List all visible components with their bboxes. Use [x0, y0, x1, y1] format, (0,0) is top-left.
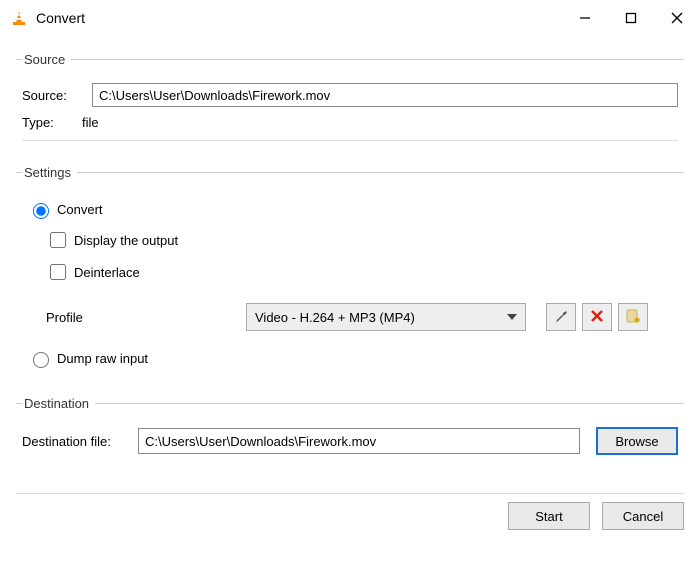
convert-radio-row[interactable]: Convert — [28, 200, 678, 219]
cancel-button-label: Cancel — [623, 509, 663, 524]
vlc-cone-icon — [10, 9, 28, 27]
titlebar: Convert — [0, 0, 700, 36]
wrench-icon — [553, 308, 569, 327]
minimize-button[interactable] — [562, 0, 608, 36]
destination-input[interactable] — [138, 428, 580, 454]
start-button[interactable]: Start — [508, 502, 590, 530]
destination-legend: Destination — [22, 396, 95, 411]
new-profile-icon — [625, 308, 641, 327]
maximize-button[interactable] — [608, 0, 654, 36]
display-output-checkbox[interactable] — [50, 232, 66, 248]
new-profile-button[interactable] — [618, 303, 648, 331]
settings-legend: Settings — [22, 165, 77, 180]
edit-profile-button[interactable] — [546, 303, 576, 331]
source-input[interactable] — [92, 83, 678, 107]
destination-label: Destination file: — [22, 434, 132, 449]
x-icon — [590, 309, 604, 326]
cancel-button[interactable]: Cancel — [602, 502, 684, 530]
deinterlace-label: Deinterlace — [74, 265, 140, 280]
deinterlace-checkbox[interactable] — [50, 264, 66, 280]
destination-group: Destination Destination file: Browse — [16, 396, 684, 465]
convert-radio-label: Convert — [57, 202, 103, 217]
close-button[interactable] — [654, 0, 700, 36]
footer-separator — [16, 493, 684, 494]
display-output-row[interactable]: Display the output — [46, 229, 678, 251]
chevron-down-icon — [507, 314, 517, 320]
source-group: Source Source: Type: file — [16, 52, 684, 151]
profile-label: Profile — [46, 310, 246, 325]
profile-select[interactable]: Video - H.264 + MP3 (MP4) — [246, 303, 526, 331]
dump-raw-row[interactable]: Dump raw input — [28, 349, 678, 368]
type-value: file — [82, 115, 99, 130]
browse-button[interactable]: Browse — [596, 427, 678, 455]
convert-radio[interactable] — [33, 203, 49, 219]
browse-button-label: Browse — [615, 434, 658, 449]
window-title: Convert — [36, 10, 85, 26]
footer: Start Cancel — [0, 498, 700, 530]
source-label: Source: — [22, 88, 82, 103]
dump-raw-label: Dump raw input — [57, 351, 148, 366]
delete-profile-button[interactable] — [582, 303, 612, 331]
profile-value: Video - H.264 + MP3 (MP4) — [255, 310, 415, 325]
start-button-label: Start — [535, 509, 562, 524]
dump-raw-radio[interactable] — [33, 352, 49, 368]
source-legend: Source — [22, 52, 71, 67]
deinterlace-row[interactable]: Deinterlace — [46, 261, 678, 283]
type-label: Type: — [22, 115, 72, 130]
settings-group: Settings Convert Display the output Dein… — [16, 165, 684, 382]
display-output-label: Display the output — [74, 233, 178, 248]
